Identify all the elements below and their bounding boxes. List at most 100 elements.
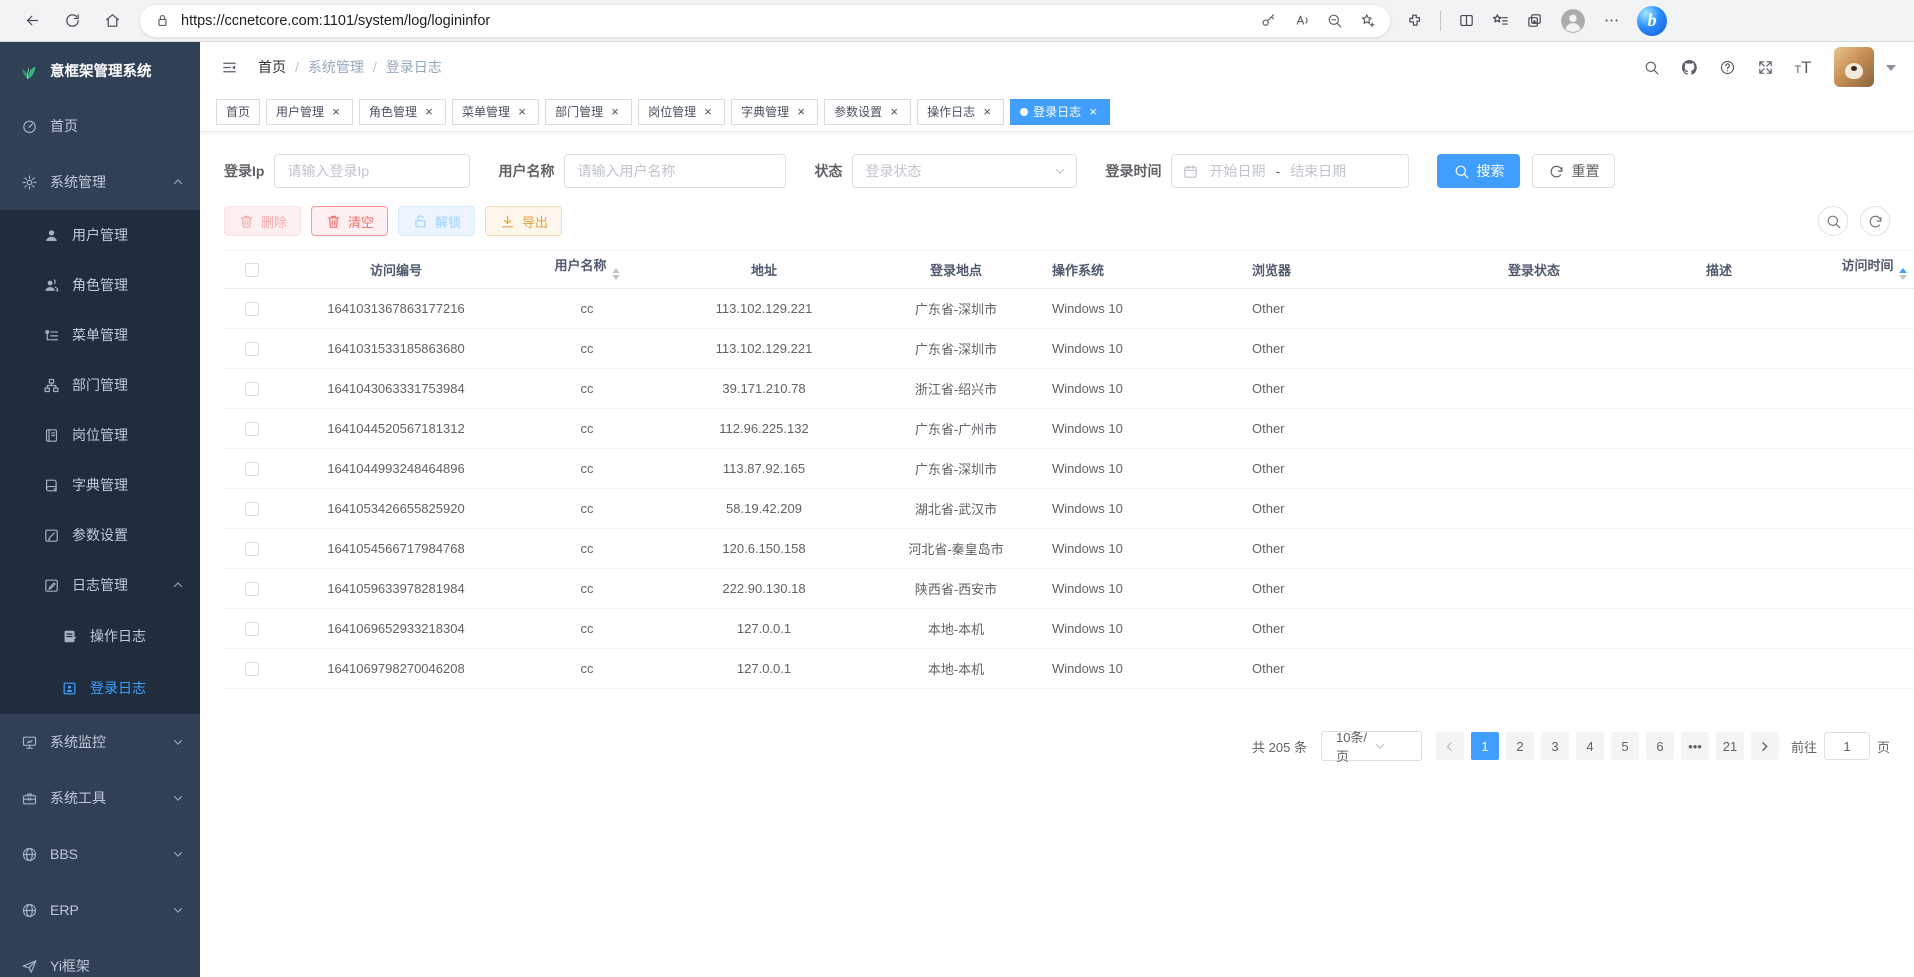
row-checkbox[interactable] — [245, 622, 259, 636]
sidebar-item-home[interactable]: 首页 — [0, 98, 200, 154]
row-checkbox[interactable] — [245, 582, 259, 596]
user-avatar[interactable] — [1834, 47, 1874, 87]
page-button-6[interactable]: 6 — [1646, 732, 1674, 760]
delete-button[interactable]: 删除 — [224, 206, 301, 236]
copilot-button[interactable]: b — [1637, 6, 1667, 36]
sidebar-item-loginlog[interactable]: 登录日志 — [0, 662, 200, 714]
sidebar-item-bbs[interactable]: BBS — [0, 826, 200, 882]
zoom-out-icon[interactable] — [1326, 12, 1343, 29]
column-header-访问时间[interactable]: 访问时间 — [1804, 251, 1914, 289]
row-checkbox[interactable] — [245, 662, 259, 676]
key-icon[interactable] — [1260, 12, 1277, 29]
row-checkbox[interactable] — [245, 302, 259, 316]
split-screen-button[interactable] — [1458, 12, 1475, 29]
select-all-checkbox[interactable] — [245, 263, 259, 277]
sidebar-item-param[interactable]: 参数设置 — [0, 510, 200, 560]
font-size-icon[interactable]: TT — [1788, 52, 1818, 82]
breadcrumb-system[interactable]: 系统管理 — [308, 57, 364, 77]
tab-首页[interactable]: 首页 — [216, 99, 260, 125]
url-text[interactable]: https://ccnetcore.com:1101/system/log/lo… — [181, 13, 1260, 29]
sidebar-item-post[interactable]: 岗位管理 — [0, 410, 200, 460]
breadcrumb-home[interactable]: 首页 — [258, 57, 286, 77]
collections-button[interactable] — [1526, 12, 1543, 29]
more-pages-button[interactable]: ••• — [1681, 732, 1709, 760]
export-button[interactable]: 导出 — [485, 206, 562, 236]
sort-asc-icon[interactable] — [1899, 264, 1907, 273]
profile-button[interactable] — [1560, 8, 1586, 34]
sort-desc-icon[interactable] — [1899, 275, 1907, 284]
tab-登录日志[interactable]: 登录日志× — [1010, 99, 1110, 125]
extensions-button[interactable] — [1406, 12, 1423, 29]
favorites-bar-button[interactable] — [1492, 12, 1509, 29]
username-input[interactable] — [564, 154, 786, 188]
date-range-picker[interactable]: 开始日期 - 结束日期 — [1171, 154, 1409, 188]
next-page-button[interactable] — [1751, 732, 1779, 760]
row-checkbox[interactable] — [245, 422, 259, 436]
jump-input[interactable] — [1824, 732, 1870, 760]
tab-岗位管理[interactable]: 岗位管理× — [638, 99, 725, 125]
help-icon[interactable] — [1712, 52, 1742, 82]
tab-菜单管理[interactable]: 菜单管理× — [452, 99, 539, 125]
sort-carets-icon[interactable] — [612, 264, 620, 284]
search-button[interactable]: 搜索 — [1437, 154, 1520, 188]
close-icon[interactable]: × — [422, 105, 436, 119]
page-button-2[interactable]: 2 — [1506, 732, 1534, 760]
row-checkbox[interactable] — [245, 462, 259, 476]
ip-input[interactable] — [274, 154, 470, 188]
search-circle-button[interactable] — [1818, 206, 1848, 236]
favorite-add-icon[interactable] — [1359, 12, 1376, 29]
sort-asc-icon[interactable] — [612, 264, 620, 273]
clear-button[interactable]: 清空 — [311, 206, 388, 236]
row-checkbox[interactable] — [245, 342, 259, 356]
close-icon[interactable]: × — [515, 105, 529, 119]
close-icon[interactable]: × — [1086, 105, 1100, 119]
row-checkbox[interactable] — [245, 502, 259, 516]
search-icon[interactable] — [1636, 52, 1666, 82]
sidebar-item-yi[interactable]: Yi框架 — [0, 938, 200, 977]
app-logo[interactable]: 意框架管理系统 — [0, 42, 200, 98]
sidebar-item-user[interactable]: 用户管理 — [0, 210, 200, 260]
page-button-4[interactable]: 4 — [1576, 732, 1604, 760]
unlock-button[interactable]: 解锁 — [398, 206, 475, 236]
reload-button[interactable] — [54, 4, 90, 38]
tab-角色管理[interactable]: 角色管理× — [359, 99, 446, 125]
row-checkbox[interactable] — [245, 542, 259, 556]
sidebar-item-oplog[interactable]: 操作日志 — [0, 610, 200, 662]
sidebar-item-monitor[interactable]: 系统监控 — [0, 714, 200, 770]
status-select[interactable]: 登录状态 — [852, 154, 1077, 188]
sidebar-item-menu[interactable]: 菜单管理 — [0, 310, 200, 360]
more-button[interactable] — [1603, 12, 1620, 29]
tab-字典管理[interactable]: 字典管理× — [731, 99, 818, 125]
refresh-circle-button[interactable] — [1860, 206, 1890, 236]
close-icon[interactable]: × — [329, 105, 343, 119]
caret-down-icon[interactable] — [1886, 65, 1896, 76]
close-icon[interactable]: × — [608, 105, 622, 119]
sidebar-item-erp[interactable]: ERP — [0, 882, 200, 938]
row-checkbox[interactable] — [245, 382, 259, 396]
reset-button[interactable]: 重置 — [1532, 154, 1615, 188]
sidebar-item-system[interactable]: 系统管理 — [0, 154, 200, 210]
tab-部门管理[interactable]: 部门管理× — [545, 99, 632, 125]
home-button[interactable] — [94, 4, 130, 38]
sidebar-item-log[interactable]: 日志管理 — [0, 560, 200, 610]
tab-参数设置[interactable]: 参数设置× — [824, 99, 911, 125]
address-bar[interactable]: https://ccnetcore.com:1101/system/log/lo… — [140, 5, 1390, 37]
read-aloud-icon[interactable] — [1293, 12, 1310, 29]
tab-操作日志[interactable]: 操作日志× — [917, 99, 1004, 125]
sidebar-item-dept[interactable]: 部门管理 — [0, 360, 200, 410]
page-button-1[interactable]: 1 — [1471, 732, 1499, 760]
sidebar-item-dict[interactable]: 字典管理 — [0, 460, 200, 510]
sidebar-item-role[interactable]: 角色管理 — [0, 260, 200, 310]
sidebar-item-tool[interactable]: 系统工具 — [0, 770, 200, 826]
close-icon[interactable]: × — [887, 105, 901, 119]
column-header-用户名称[interactable]: 用户名称 — [512, 251, 662, 289]
page-button-5[interactable]: 5 — [1611, 732, 1639, 760]
select-all-header[interactable] — [224, 251, 280, 289]
prev-page-button[interactable] — [1436, 732, 1464, 760]
page-button-3[interactable]: 3 — [1541, 732, 1569, 760]
sort-carets-icon[interactable] — [1899, 264, 1907, 284]
page-button-21[interactable]: 21 — [1716, 732, 1744, 760]
close-icon[interactable]: × — [980, 105, 994, 119]
fullscreen-icon[interactable] — [1750, 52, 1780, 82]
page-size-select[interactable]: 10条/页 — [1321, 731, 1422, 761]
